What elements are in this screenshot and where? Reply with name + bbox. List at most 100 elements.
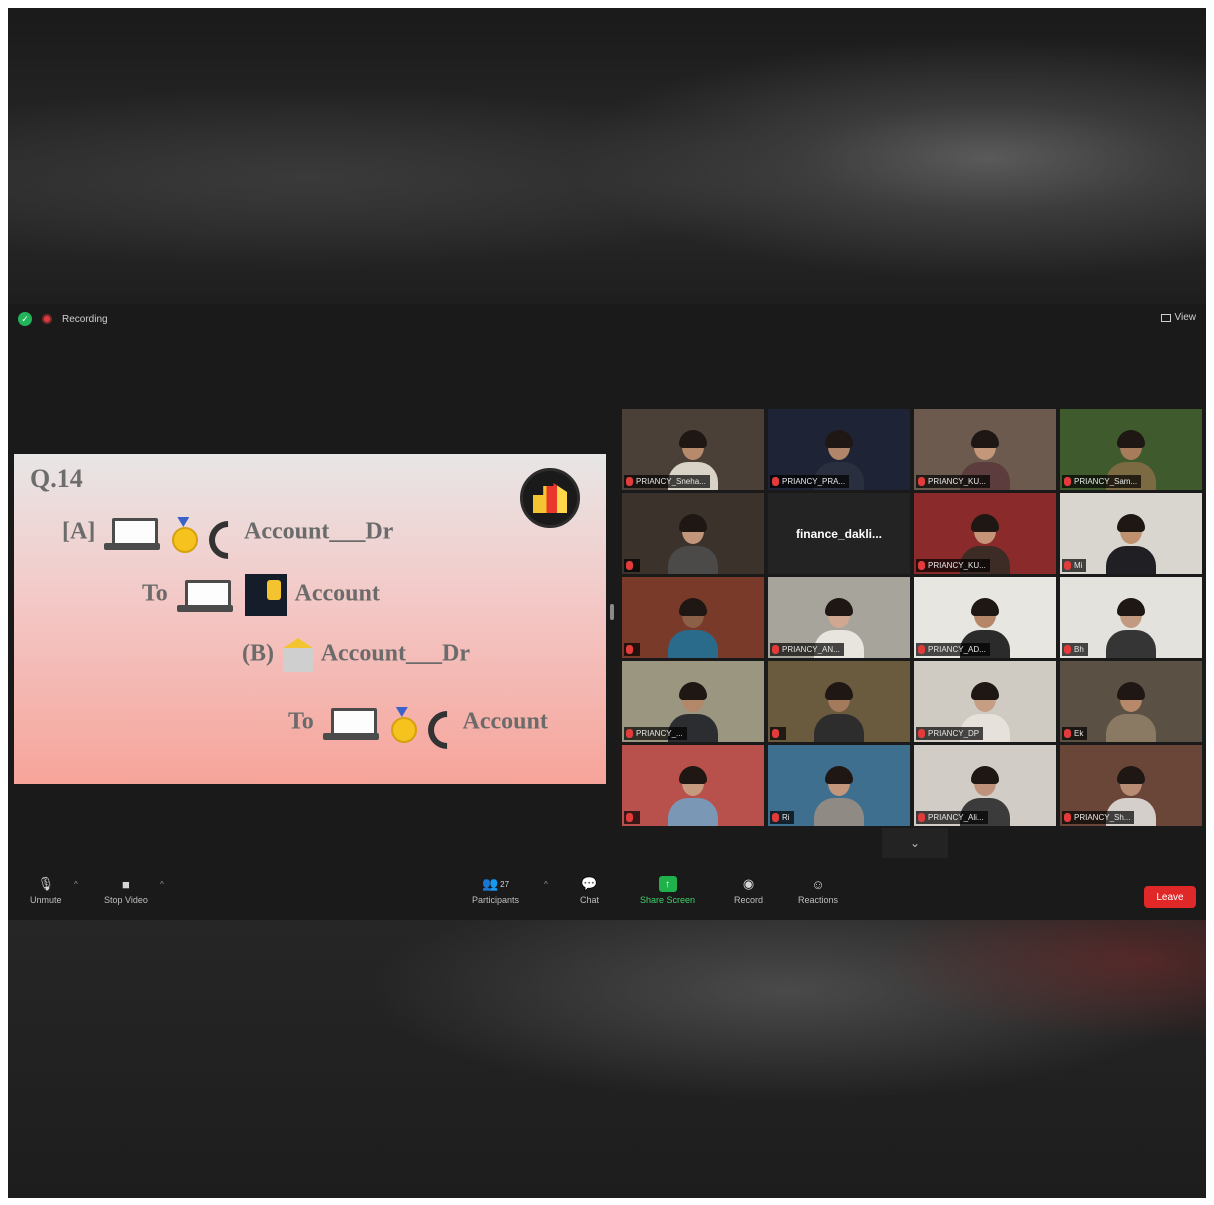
participant-nameplate: PRIANCY_PRA... — [770, 475, 850, 488]
participant-nameplate: PRIANCY_AD... — [916, 643, 990, 656]
participant-name: PRIANCY_Sneha... — [636, 477, 706, 486]
participant-silhouette — [665, 764, 721, 826]
participant-name: PRIANCY_... — [636, 729, 683, 738]
channel-logo — [520, 468, 580, 528]
smiley-icon: ☺ — [811, 876, 825, 892]
participant-name: Ek — [1074, 729, 1084, 738]
mute-button[interactable]: 🎙 Unmute — [30, 876, 62, 905]
entry-c-prefix: (B) — [242, 640, 274, 667]
audio-options-caret[interactable]: ^ — [74, 880, 78, 889]
participant-tile[interactable] — [622, 577, 764, 658]
participants-options-caret[interactable]: ^ — [544, 880, 548, 889]
microphone-muted-icon — [626, 813, 633, 822]
participant-nameplate — [624, 811, 640, 824]
participant-tile[interactable]: finance_dakli... — [768, 493, 910, 574]
microphone-muted-icon — [1064, 645, 1071, 654]
participant-tile[interactable] — [622, 745, 764, 826]
participant-nameplate: Ri — [770, 811, 794, 824]
participants-label: Participants — [472, 895, 520, 905]
participant-nameplate: PRIANCY_KU... — [916, 559, 990, 572]
entry-c-suffix: Account___Dr — [320, 640, 470, 667]
chat-label: Chat — [580, 895, 600, 905]
participant-nameplate: PRIANCY_KU... — [916, 475, 990, 488]
microphone-muted-icon — [918, 645, 925, 654]
participant-tile[interactable]: Bh — [1060, 577, 1202, 658]
participant-tile[interactable]: PRIANCY_Sh... — [1060, 745, 1202, 826]
view-label: View — [1174, 312, 1197, 323]
participant-nameplate: PRIANCY_DP — [916, 727, 984, 740]
microphone-muted-icon — [1064, 477, 1071, 486]
share-screen-button[interactable]: ↑ Share Screen — [640, 876, 695, 905]
participant-name: PRIANCY_Ali... — [928, 813, 984, 822]
participant-tile[interactable]: PRIANCY_Ali... — [914, 745, 1056, 826]
microphone-muted-icon — [1064, 813, 1071, 822]
participant-tile[interactable]: PRIANCY_AD... — [914, 577, 1056, 658]
participant-display-name: finance_dakli... — [795, 526, 883, 541]
shield-icon[interactable]: ✓ — [18, 312, 32, 326]
video-label: Stop Video — [104, 895, 148, 905]
participant-name: PRIANCY_KU... — [928, 477, 986, 486]
participant-name: PRIANCY_DP — [928, 729, 980, 738]
splitter-handle[interactable] — [610, 604, 614, 620]
participant-tile[interactable]: Mi — [1060, 493, 1202, 574]
laptop-chart-icon — [104, 516, 161, 550]
view-button[interactable]: View — [1160, 312, 1197, 323]
participants-button[interactable]: 👥 27 Participants — [472, 876, 519, 905]
participant-tile[interactable]: PRIANCY_DP — [914, 661, 1056, 742]
reactions-button[interactable]: ☺ Reactions — [798, 876, 839, 906]
bank-icon — [283, 638, 313, 672]
participant-tile[interactable]: PRIANCY_... — [622, 661, 764, 742]
share-label: Share Screen — [640, 895, 696, 905]
participant-tile[interactable]: Ri — [768, 745, 910, 826]
entry-line-a: [A] Account___Dr — [62, 516, 394, 553]
participant-tile[interactable]: PRIANCY_Sneha... — [622, 409, 764, 490]
participant-name: PRIANCY_KU... — [928, 561, 986, 570]
entry-a-suffix: Account___Dr — [244, 518, 394, 545]
participant-tile[interactable]: PRIANCY_AN... — [768, 577, 910, 658]
entry-b-prefix: To — [142, 580, 168, 607]
entry-d-prefix: To — [288, 708, 314, 735]
participant-tile[interactable] — [622, 493, 764, 574]
microphone-muted-icon — [772, 477, 779, 486]
participant-nameplate: Bh — [1062, 643, 1088, 656]
participant-tile[interactable]: PRIANCY_KU... — [914, 409, 1056, 490]
participant-nameplate: PRIANCY_... — [624, 727, 687, 740]
participant-silhouette — [1103, 596, 1159, 658]
chat-button[interactable]: 💬 Chat — [580, 876, 599, 905]
reactions-label: Reactions — [798, 895, 839, 905]
participant-tile[interactable] — [768, 661, 910, 742]
question-number: Q.14 — [30, 464, 83, 493]
blurred-background-top — [8, 8, 1206, 304]
participant-nameplate: Ek — [1062, 727, 1088, 740]
participant-tile[interactable]: PRIANCY_KU... — [914, 493, 1056, 574]
meeting-topbar: ✓ Recording — [8, 304, 1206, 334]
record-icon: ◉ — [742, 876, 755, 891]
shared-screen-slide: Q.14 [A] Account___Dr To Account (B) Acc… — [14, 454, 606, 784]
medal-icon — [172, 517, 199, 553]
gallery-scroll-down-button[interactable]: ⌄ — [882, 828, 948, 858]
record-dot-icon — [42, 314, 52, 324]
leave-button[interactable]: Leave — [1144, 886, 1196, 908]
entry-b-suffix: Account — [294, 580, 380, 607]
microphone-muted-icon — [918, 729, 925, 738]
participant-nameplate: PRIANCY_Sam... — [1062, 475, 1142, 488]
screenshot-frame: ✓ Recording View Q.14 [A] Account___Dr T… — [8, 8, 1206, 1198]
participant-nameplate — [770, 727, 786, 740]
microphone-muted-icon — [626, 729, 633, 738]
share-screen-icon: ↑ — [658, 876, 677, 892]
participant-tile[interactable]: PRIANCY_PRA... — [768, 409, 910, 490]
record-button[interactable]: ◉ Record — [734, 876, 763, 905]
participant-tile[interactable]: PRIANCY_Sam... — [1060, 409, 1202, 490]
chevron-down-icon: ⌄ — [909, 836, 921, 850]
participant-silhouette — [665, 512, 721, 574]
participant-name: PRIANCY_AD... — [928, 645, 986, 654]
participant-name: Bh — [1074, 645, 1084, 654]
participant-tile[interactable]: Ek — [1060, 661, 1202, 742]
video-options-caret[interactable]: ^ — [160, 880, 164, 889]
laptop-chart-icon — [322, 706, 379, 740]
microphone-muted-icon — [626, 561, 633, 570]
chat-bubble-icon: 💬 — [581, 876, 598, 891]
participant-name: PRIANCY_Sam... — [1074, 477, 1138, 486]
participant-nameplate: PRIANCY_Sneha... — [624, 475, 710, 488]
stop-video-button[interactable]: ■ Stop Video — [104, 876, 148, 906]
